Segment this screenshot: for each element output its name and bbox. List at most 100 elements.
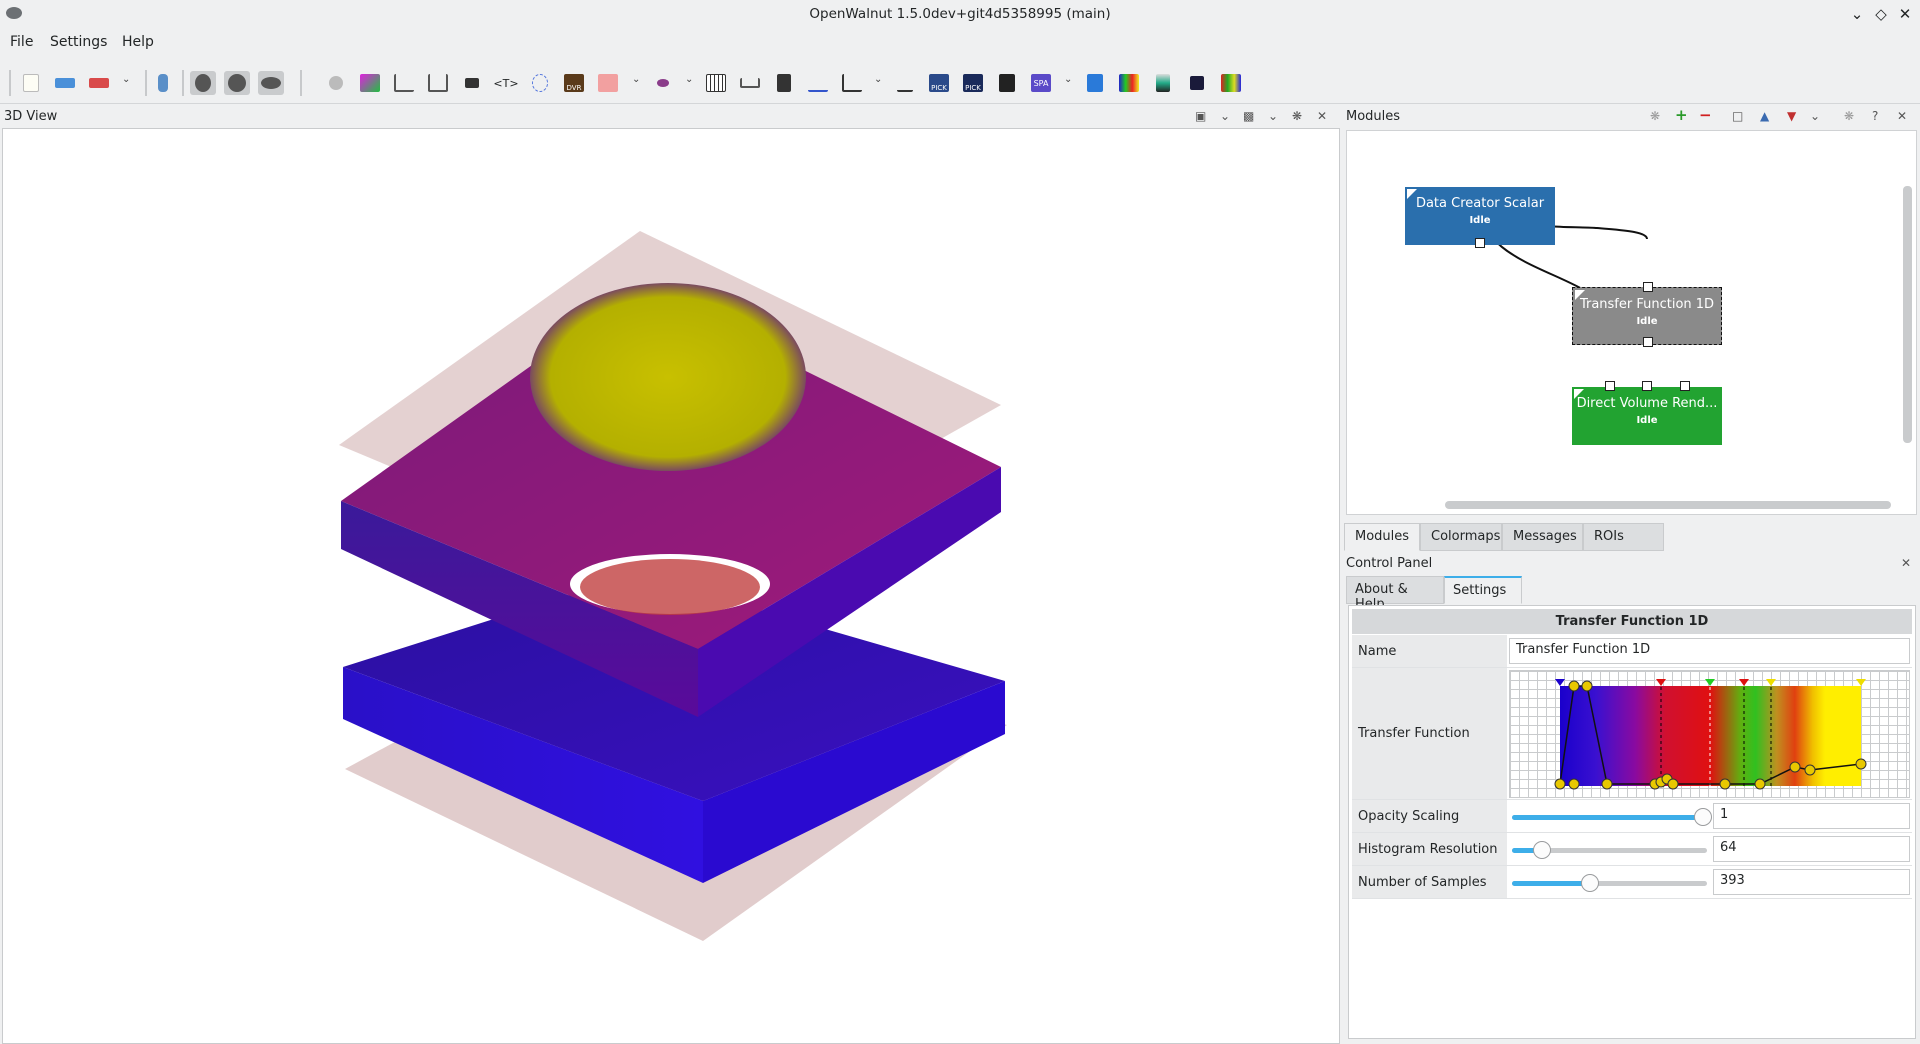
chevron-down-icon[interactable]: ⌄ xyxy=(1268,109,1278,123)
image-icon[interactable]: ▣ xyxy=(1195,109,1206,123)
save-icon[interactable]: ▼ xyxy=(1787,109,1796,123)
walnut-module-button[interactable] xyxy=(1218,71,1244,95)
tab-colormaps[interactable]: Colormaps xyxy=(1420,523,1502,551)
input-port[interactable] xyxy=(1605,381,1615,391)
opacity-value-field[interactable]: 1 xyxy=(1713,803,1910,829)
minimize-icon[interactable]: ⌄ xyxy=(1847,4,1867,24)
histogram-module-button[interactable] xyxy=(391,71,417,95)
cluster-module-button[interactable] xyxy=(737,71,763,95)
cluster-icon xyxy=(740,78,760,88)
menu-settings[interactable]: Settings xyxy=(50,34,107,50)
menu-help[interactable]: Help xyxy=(122,34,154,50)
color-marker-blue[interactable] xyxy=(1555,679,1565,686)
horizontal-scrollbar[interactable] xyxy=(1445,501,1891,509)
arrange-icon[interactable]: ❋ xyxy=(1650,109,1660,123)
color-marker-red[interactable] xyxy=(1656,679,1666,686)
camera-icon[interactable]: ▩ xyxy=(1243,109,1254,123)
colorbar-module-button[interactable] xyxy=(1150,71,1176,95)
spa-module-button[interactable]: SPA xyxy=(1028,71,1054,95)
name-field[interactable]: Transfer Function 1D xyxy=(1509,638,1910,664)
effect-module-button[interactable] xyxy=(595,71,621,95)
pick-module-button[interactable]: PICK xyxy=(926,71,952,95)
cube-module-button[interactable] xyxy=(994,71,1020,95)
text-module-button[interactable]: <T> xyxy=(493,71,519,95)
tab-modules[interactable]: Modules xyxy=(1344,523,1420,551)
database-button[interactable] xyxy=(150,71,176,95)
tab-messages[interactable]: Messages xyxy=(1502,523,1583,551)
module-direct-volume-rendering[interactable]: Direct Volume Rend... Idle xyxy=(1572,381,1722,445)
module-graph[interactable]: Data Creator Scalar Idle Transfer Functi… xyxy=(1346,130,1917,515)
color-marker-yellow[interactable] xyxy=(1766,679,1776,686)
input-port[interactable] xyxy=(1642,381,1652,391)
new-file-icon[interactable]: □ xyxy=(1732,109,1743,123)
output-port[interactable] xyxy=(1475,238,1485,248)
save-project-button[interactable] xyxy=(86,71,112,95)
spa-dropdown-icon[interactable]: ⌄ xyxy=(1064,74,1072,85)
surface-dropdown-icon[interactable]: ⌄ xyxy=(685,74,693,85)
thumbs-up-module-button[interactable] xyxy=(1082,71,1108,95)
remove-module-icon[interactable]: − xyxy=(1699,106,1712,124)
tree-icon xyxy=(428,74,448,92)
color-marker-yellow[interactable] xyxy=(1856,679,1866,686)
coronal-view-button[interactable] xyxy=(224,71,250,95)
text-module-label: <T> xyxy=(493,76,519,90)
coordinate-module-button[interactable] xyxy=(527,71,553,95)
slider-handle[interactable] xyxy=(1694,808,1712,826)
load-icon[interactable]: ▲ xyxy=(1760,109,1769,123)
output-port[interactable] xyxy=(1643,337,1653,347)
histogram-resolution-field[interactable]: 64 xyxy=(1713,836,1910,862)
slice-module-button[interactable] xyxy=(771,71,797,95)
color-marker-green[interactable] xyxy=(1705,679,1715,686)
color-marker-red[interactable] xyxy=(1739,679,1749,686)
axial-view-button[interactable] xyxy=(190,71,216,95)
transfer-function-editor[interactable] xyxy=(1509,670,1910,798)
settings-button[interactable] xyxy=(323,71,349,95)
close-icon[interactable]: ✕ xyxy=(1895,4,1915,24)
grid-module-button[interactable] xyxy=(703,71,729,95)
line-plot-module-button[interactable] xyxy=(805,71,831,95)
load-button[interactable] xyxy=(52,71,78,95)
tab-settings[interactable]: Settings xyxy=(1444,576,1522,604)
close-icon[interactable]: ✕ xyxy=(1897,109,1907,123)
module-data-creator-scalar[interactable]: Data Creator Scalar Idle xyxy=(1405,187,1555,248)
histogram-resolution-slider[interactable] xyxy=(1512,841,1707,859)
pick-effect-module-button[interactable]: PICK xyxy=(960,71,986,95)
tab-rois[interactable]: ROIs xyxy=(1583,523,1664,551)
dvr-module-button[interactable]: DVR xyxy=(561,71,587,95)
gear-icon[interactable]: ❋ xyxy=(1292,109,1302,123)
colormap-module-button[interactable] xyxy=(357,71,383,95)
close-icon[interactable]: ✕ xyxy=(1317,109,1327,123)
new-project-button[interactable] xyxy=(18,71,44,95)
input-port[interactable] xyxy=(1643,282,1653,292)
add-module-icon[interactable]: + xyxy=(1675,106,1688,124)
effect-dropdown-icon[interactable]: ⌄ xyxy=(632,74,640,85)
slider-handle[interactable] xyxy=(1581,874,1599,892)
tree-module-button[interactable] xyxy=(425,71,451,95)
maximize-icon[interactable]: ◇ xyxy=(1871,4,1891,24)
save-dropdown-icon[interactable]: ⌄ xyxy=(122,74,130,85)
arrow-module-button[interactable] xyxy=(459,71,485,95)
number-of-samples-slider[interactable] xyxy=(1512,874,1707,892)
rainbow-module-button[interactable] xyxy=(1116,71,1142,95)
sagittal-view-button[interactable] xyxy=(258,71,284,95)
module-transfer-function-1d[interactable]: Transfer Function 1D Idle xyxy=(1572,282,1722,347)
number-of-samples-field[interactable]: 393 xyxy=(1713,869,1910,895)
chevron-down-icon[interactable]: ⌄ xyxy=(1810,109,1820,123)
screenshot-module-button[interactable] xyxy=(1184,71,1210,95)
gear-icon[interactable]: ❋ xyxy=(1844,109,1854,123)
chevron-down-icon[interactable]: ⌄ xyxy=(1220,109,1230,123)
opacity-slider[interactable] xyxy=(1512,808,1712,826)
surface-module-button[interactable] xyxy=(650,71,676,95)
slider-handle[interactable] xyxy=(1533,841,1551,859)
bar-plot-module-button[interactable] xyxy=(839,71,865,95)
vertical-scrollbar[interactable] xyxy=(1903,186,1912,443)
plot-dropdown-icon[interactable]: ⌄ xyxy=(874,74,882,85)
line-plot-icon xyxy=(808,74,828,92)
help-icon[interactable]: ? xyxy=(1872,109,1878,123)
input-port[interactable] xyxy=(1680,381,1690,391)
close-icon[interactable]: ✕ xyxy=(1901,556,1911,570)
menu-file[interactable]: File xyxy=(10,34,33,50)
tab-about-help[interactable]: About & Help xyxy=(1346,576,1444,612)
measure-module-button[interactable] xyxy=(892,71,918,95)
view3d-canvas[interactable] xyxy=(2,128,1340,1044)
